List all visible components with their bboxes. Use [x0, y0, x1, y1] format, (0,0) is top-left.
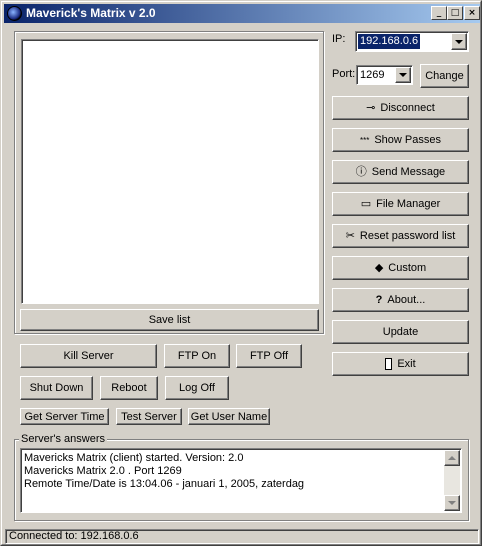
save-list-button[interactable]: Save list: [20, 309, 319, 331]
disconnect-label: Disconnect: [380, 102, 435, 114]
log-line: Mavericks Matrix 2.0 . Port 1269: [24, 465, 182, 477]
scroll-up-button[interactable]: [444, 450, 460, 466]
show-passes-button[interactable]: *** Show Passes: [332, 128, 469, 152]
app-window: Maverick's Matrix v 2.0 _ □ × Save list …: [0, 0, 482, 546]
ip-label: IP:: [332, 33, 346, 45]
question-icon: ?: [375, 293, 383, 306]
get-server-time-label: Get Server Time: [24, 410, 105, 423]
kill-server-button[interactable]: Kill Server: [20, 344, 157, 368]
disconnect-button[interactable]: ⊸ Disconnect: [332, 96, 469, 120]
file-manager-button[interactable]: ▭ File Manager: [332, 192, 469, 216]
get-user-name-button[interactable]: Get User Name: [188, 408, 270, 425]
port-combobox[interactable]: 1269: [356, 65, 413, 85]
log-off-button[interactable]: Log Off: [165, 376, 229, 400]
exit-label: Exit: [397, 358, 416, 370]
send-message-button[interactable]: ⓘ Send Message: [332, 160, 469, 184]
window-frame: Maverick's Matrix v 2.0 _ □ × Save list …: [1, 1, 481, 545]
door-icon: [385, 358, 393, 370]
passwords-icon: ***: [360, 135, 370, 145]
log-off-label: Log Off: [179, 382, 215, 394]
reboot-button[interactable]: Reboot: [100, 376, 158, 400]
get-user-name-label: Get User Name: [190, 410, 268, 423]
save-list-label: Save list: [148, 314, 191, 326]
answers-log[interactable]: Mavericks Matrix (client) started. Versi…: [20, 448, 462, 513]
shut-down-button[interactable]: Shut Down: [20, 376, 93, 400]
ftp-off-label: FTP Off: [249, 350, 289, 362]
custom-label: Custom: [388, 262, 427, 274]
ftp-on-label: FTP On: [177, 350, 217, 362]
ip-dropdown-button[interactable]: [451, 33, 467, 50]
plug-icon: ⊸: [366, 101, 376, 114]
ftp-on-button[interactable]: FTP On: [164, 344, 230, 368]
custom-button[interactable]: ◆ Custom: [332, 256, 469, 280]
get-server-time-button[interactable]: Get Server Time: [20, 408, 109, 425]
about-button[interactable]: ? About...: [332, 288, 469, 312]
shut-down-label: Shut Down: [29, 382, 84, 394]
folder-icon: ▭: [360, 197, 372, 210]
message-icon: ⓘ: [355, 165, 367, 178]
chevron-down-icon: [399, 73, 407, 77]
status-bar: Connected to: 192.168.0.6: [5, 529, 479, 544]
ftp-off-button[interactable]: FTP Off: [236, 344, 302, 368]
exit-button[interactable]: Exit: [332, 352, 469, 376]
reset-password-list-button[interactable]: ✂ Reset password list: [332, 224, 469, 248]
diamond-icon: ◆: [374, 261, 384, 274]
chevron-down-icon: [448, 501, 456, 505]
minimize-button[interactable]: _: [431, 6, 447, 20]
chevron-down-icon: [455, 39, 463, 44]
test-server-button[interactable]: Test Server: [116, 408, 182, 425]
log-line: Mavericks Matrix (client) started. Versi…: [24, 452, 244, 464]
scroll-down-button[interactable]: [444, 495, 460, 511]
main-list[interactable]: [21, 39, 319, 304]
port-label: Port:: [332, 68, 356, 80]
update-button[interactable]: Update: [332, 320, 469, 344]
answers-scrollbar[interactable]: [444, 450, 460, 511]
chevron-up-icon: [448, 456, 456, 460]
change-label: Change: [425, 70, 464, 82]
reboot-label: Reboot: [111, 382, 147, 394]
port-dropdown-button[interactable]: [395, 67, 411, 83]
send-message-label: Send Message: [371, 166, 446, 178]
window-title: Maverick's Matrix v 2.0: [26, 6, 156, 20]
log-line: Remote Time/Date is 13:04.06 - januari 1…: [24, 478, 305, 490]
kill-server-label: Kill Server: [63, 350, 114, 362]
change-button[interactable]: Change: [420, 64, 469, 88]
ip-combobox[interactable]: 192.168.0.6: [355, 31, 469, 52]
answers-lines: Mavericks Matrix (client) started. Versi…: [24, 452, 304, 491]
maximize-button[interactable]: □: [447, 6, 463, 20]
app-logo-icon[interactable]: [7, 6, 22, 21]
about-label: About...: [387, 294, 426, 306]
show-passes-label: Show Passes: [374, 134, 441, 146]
title-bar[interactable]: Maverick's Matrix v 2.0 _ □ ×: [4, 4, 480, 23]
scissors-icon: ✂: [345, 229, 355, 242]
port-value: 1269: [360, 69, 385, 81]
ip-value: 192.168.0.6: [358, 34, 421, 49]
answers-group-label: Server's answers: [19, 433, 108, 445]
close-button[interactable]: ×: [464, 6, 480, 20]
reset-password-list-label: Reset password list: [359, 230, 456, 242]
test-server-label: Test Server: [121, 410, 177, 423]
file-manager-label: File Manager: [376, 198, 441, 210]
status-text: Connected to: 192.168.0.6: [9, 530, 139, 542]
update-label: Update: [382, 326, 419, 338]
